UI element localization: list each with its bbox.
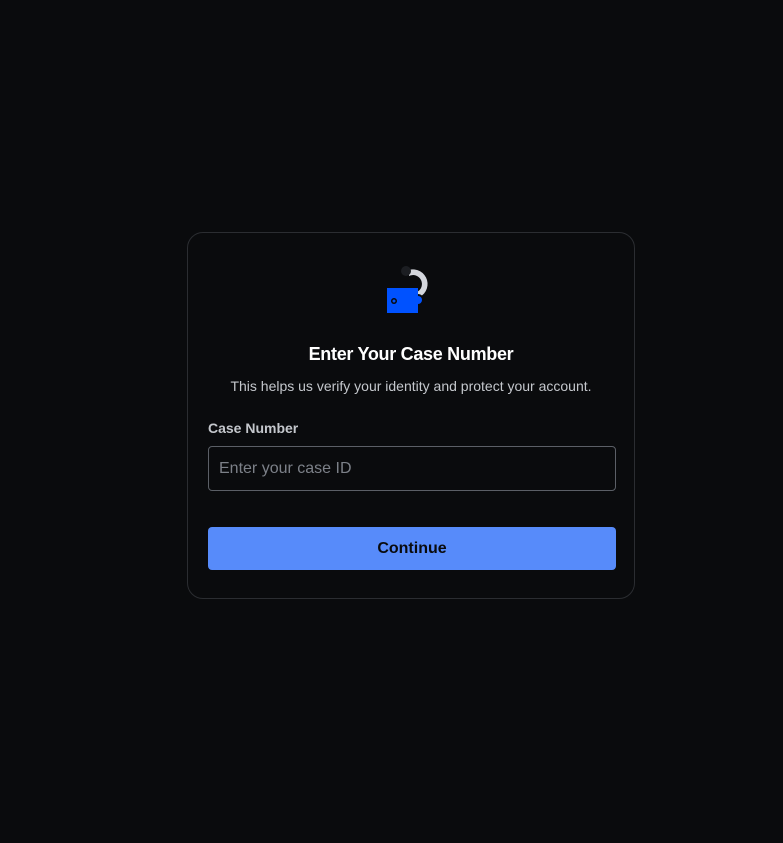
case-number-label: Case Number <box>208 420 299 436</box>
case-number-input[interactable] <box>208 446 616 491</box>
continue-button[interactable]: Continue <box>208 527 616 570</box>
page-subtitle: This helps us verify your identity and p… <box>230 378 592 394</box>
page-title: Enter Your Case Number <box>308 344 514 364</box>
wallet-question-icon <box>387 264 439 314</box>
case-number-card: Enter Your Case Number This helps us ver… <box>187 232 635 599</box>
